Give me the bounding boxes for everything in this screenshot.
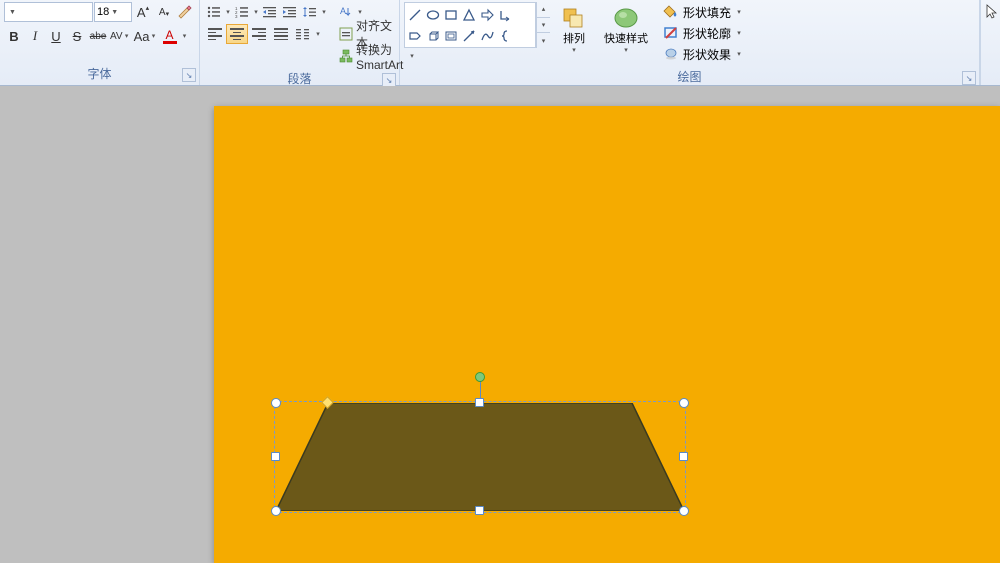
workspace	[0, 86, 1000, 563]
shape-fill-button[interactable]: 形状填充 ▾	[660, 2, 746, 22]
arrange-icon	[560, 5, 588, 33]
slide-canvas[interactable]	[214, 106, 1000, 563]
drawing-group: ▴ ▾ ▾ 排列 ▾ 快速样式 ▾	[400, 0, 980, 85]
shape-curve[interactable]	[478, 26, 496, 46]
underline-button[interactable]: U	[46, 26, 66, 46]
smartart-icon	[339, 49, 353, 63]
handle-bl[interactable]	[271, 506, 281, 516]
columns-button[interactable]	[292, 24, 314, 44]
shape-rect[interactable]	[442, 5, 460, 25]
shape-cube[interactable]	[424, 26, 442, 46]
numbering-dropdown[interactable]: ▾	[252, 2, 260, 22]
text-direction-icon: A	[339, 5, 353, 19]
grow-font-button[interactable]: A▴	[133, 2, 153, 22]
shape-bevel[interactable]	[442, 26, 460, 46]
fill-label: 形状填充	[683, 4, 731, 21]
font-color-dropdown[interactable]: ▾	[181, 32, 189, 40]
bullets-button[interactable]	[204, 2, 224, 22]
cursor-icon[interactable]	[984, 4, 998, 20]
shape-brace[interactable]	[496, 26, 514, 46]
trapezoid-shape[interactable]	[276, 403, 684, 511]
shape-l-connector[interactable]	[496, 5, 514, 25]
shapes-expand[interactable]: ▾	[537, 33, 550, 48]
char-spacing-button[interactable]: AV▾	[109, 26, 132, 46]
fill-icon	[663, 5, 679, 19]
shape-outline-button[interactable]: 形状轮廓 ▾	[660, 23, 746, 43]
paragraph-dialog-launcher[interactable]: ↘	[382, 73, 396, 87]
align-left-button[interactable]	[204, 24, 226, 44]
clear-formatting-button[interactable]	[175, 2, 195, 22]
shape-effects-button[interactable]: 形状效果 ▾	[660, 44, 746, 64]
strikethrough-button[interactable]: S	[67, 26, 87, 46]
selection-pane-area	[980, 0, 1000, 85]
font-family-combo[interactable]: ▼	[4, 2, 93, 22]
shape-ellipse[interactable]	[424, 5, 442, 25]
change-case-button[interactable]: Aa▾	[133, 26, 159, 46]
shape-pentagon-arrow[interactable]	[406, 26, 424, 46]
drawing-dialog-launcher[interactable]: ↘	[962, 71, 976, 85]
handle-tl[interactable]	[271, 398, 281, 408]
handle-r[interactable]	[679, 452, 688, 461]
shapes-scroll-up[interactable]: ▴	[537, 2, 550, 18]
arrange-button[interactable]: 排列 ▾	[554, 2, 594, 57]
shape-arrow-line[interactable]	[460, 26, 478, 46]
shape-line[interactable]	[406, 5, 424, 25]
increase-indent-button[interactable]	[280, 2, 300, 22]
handle-b[interactable]	[475, 506, 484, 515]
align-text-icon	[339, 27, 353, 41]
bold-button[interactable]: B	[4, 26, 24, 46]
selected-shape-trapezoid[interactable]	[276, 403, 684, 511]
shapes-gallery[interactable]	[404, 2, 536, 48]
outline-label: 形状轮廓	[683, 25, 731, 42]
shapes-scroll-down[interactable]: ▾	[537, 18, 550, 34]
line-spacing-dropdown[interactable]: ▾	[320, 2, 328, 22]
numbering-button[interactable]: 123	[232, 2, 252, 22]
handle-t[interactable]	[475, 398, 484, 407]
shape-triangle[interactable]	[460, 5, 478, 25]
abc-strike-button[interactable]: abe	[88, 26, 108, 46]
font-size-value: 18	[97, 6, 109, 18]
shape-arrow-r[interactable]	[478, 5, 496, 25]
font-group-label: 字体 ↘	[0, 63, 199, 85]
effects-icon	[663, 47, 679, 61]
columns-dropdown[interactable]: ▾	[314, 24, 322, 44]
paragraph-group: ▾ 123 ▾ ▾	[200, 0, 400, 85]
italic-button[interactable]: I	[25, 26, 45, 46]
handle-tr[interactable]	[679, 398, 689, 408]
font-group: ▼ 18 ▼ A▴ A▾	[0, 0, 200, 85]
quickstyles-icon	[612, 5, 640, 33]
quickstyles-button[interactable]: 快速样式 ▾	[598, 2, 654, 57]
font-dialog-launcher[interactable]: ↘	[182, 68, 196, 82]
svg-text:3: 3	[235, 14, 238, 18]
effects-label: 形状效果	[683, 46, 731, 63]
bullets-dropdown[interactable]: ▾	[224, 2, 232, 22]
font-color-button[interactable]: A	[160, 26, 180, 46]
rotate-handle[interactable]	[475, 372, 485, 382]
svg-text:A: A	[340, 6, 346, 16]
font-size-combo[interactable]: 18 ▼	[94, 2, 132, 22]
quickstyles-label: 快速样式	[604, 33, 648, 46]
shrink-font-button[interactable]: A▾	[154, 2, 174, 22]
line-spacing-button[interactable]	[300, 2, 320, 22]
align-right-button[interactable]	[248, 24, 270, 44]
align-center-button[interactable]	[226, 24, 248, 44]
decrease-indent-button[interactable]	[260, 2, 280, 22]
ribbon: ▼ 18 ▼ A▴ A▾	[0, 0, 1000, 86]
drawing-group-label: 绘图 ↘	[400, 66, 979, 88]
handle-br[interactable]	[679, 506, 689, 516]
handle-l[interactable]	[271, 452, 280, 461]
arrange-label: 排列	[563, 33, 585, 46]
align-justify-button[interactable]	[270, 24, 292, 44]
outline-icon	[663, 26, 679, 40]
